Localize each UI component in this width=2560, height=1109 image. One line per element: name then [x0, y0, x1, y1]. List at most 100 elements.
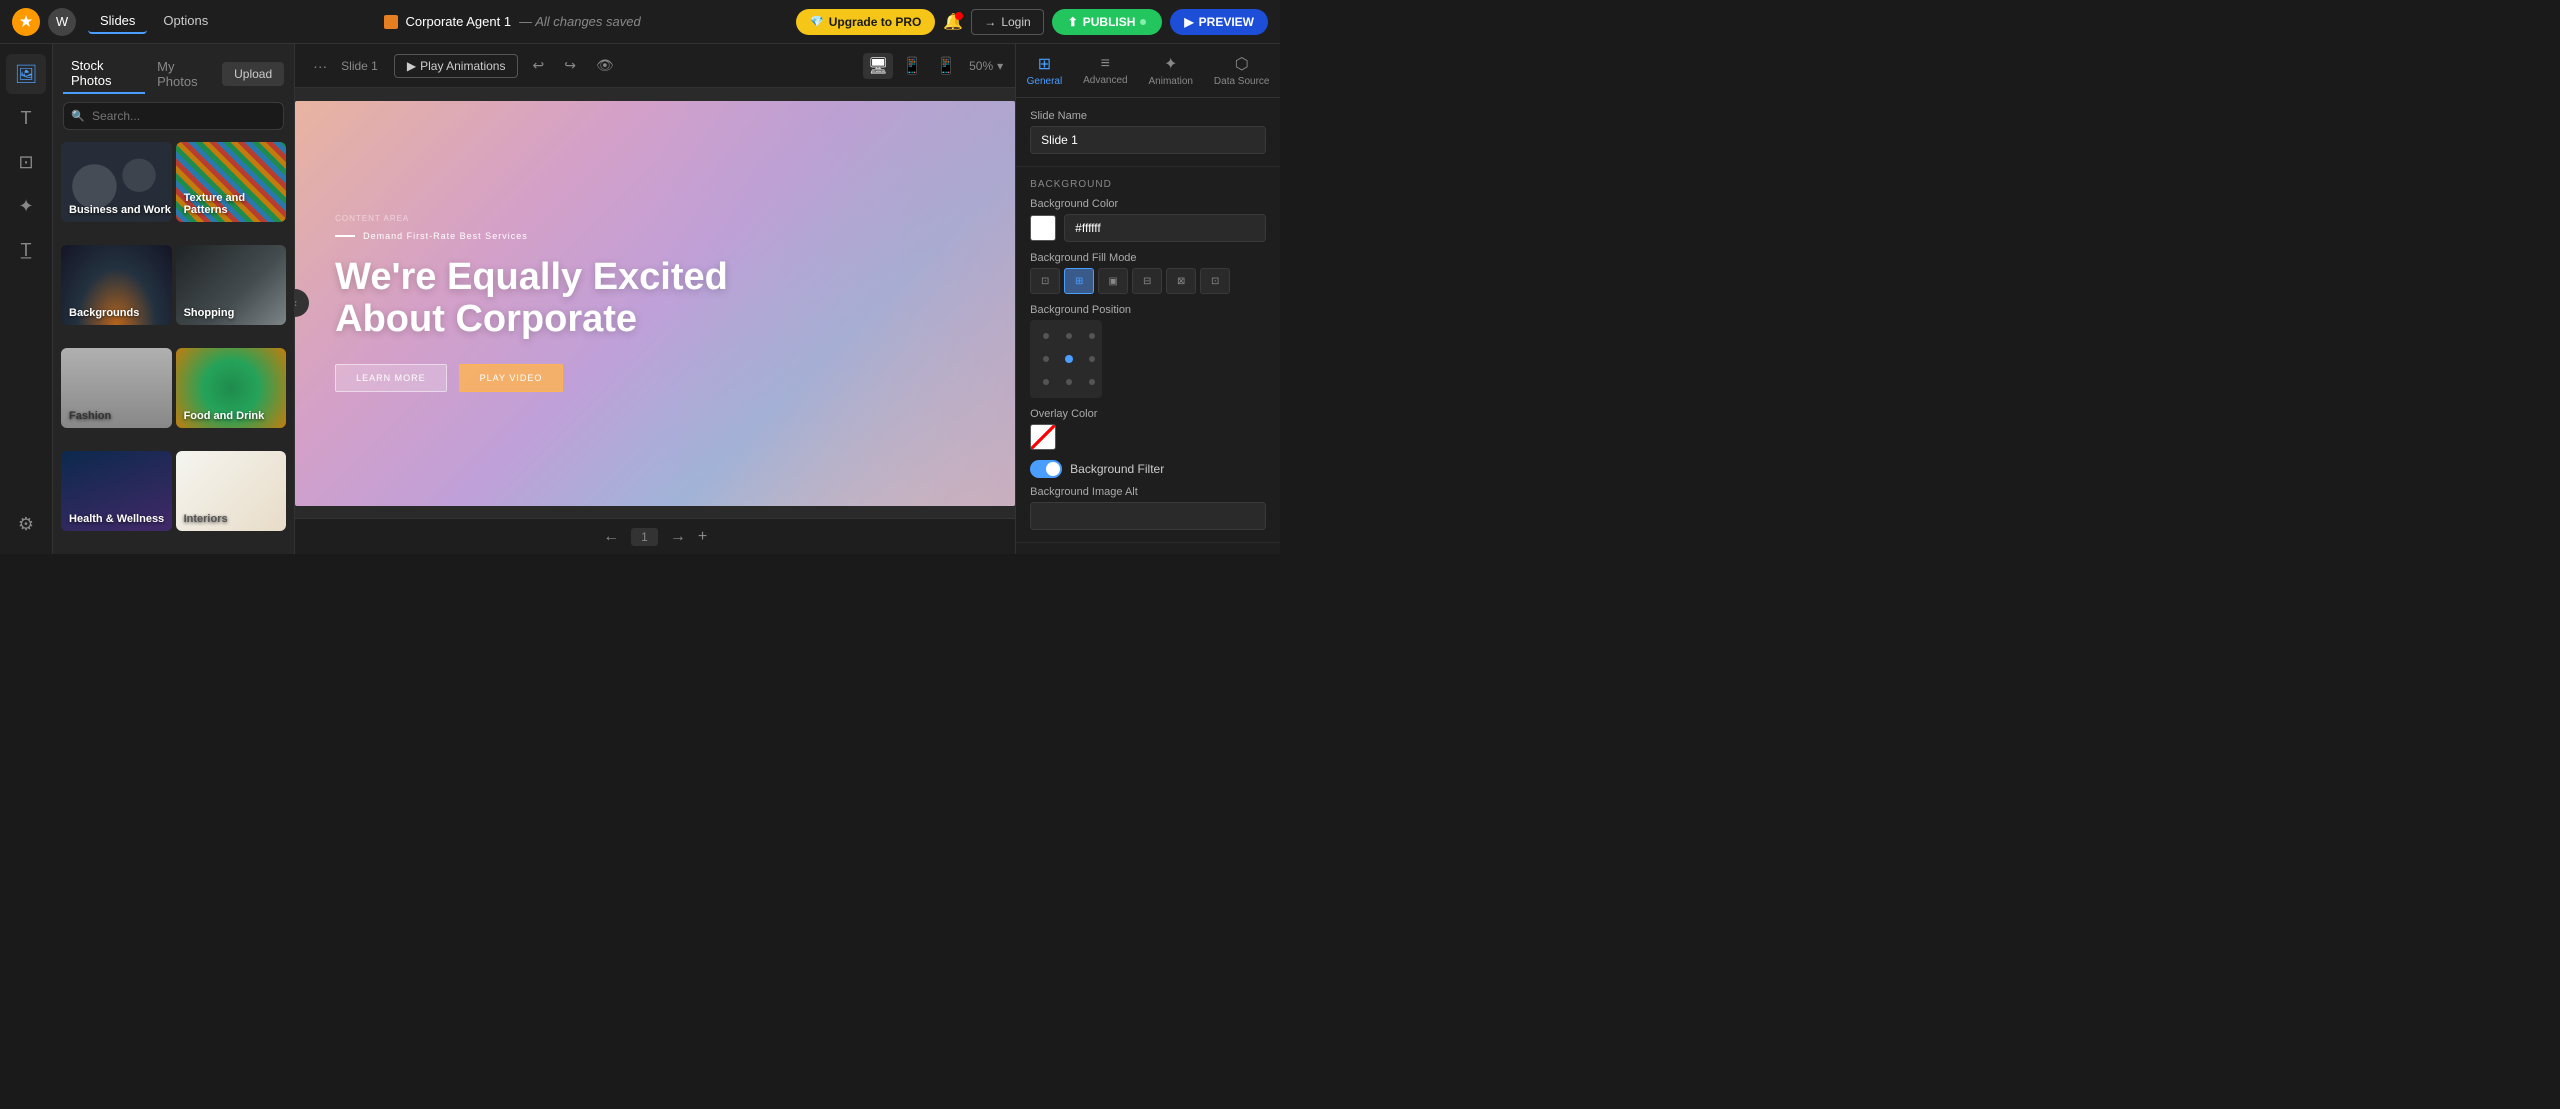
sidebar-item-shapes[interactable]: ✦ — [6, 186, 46, 226]
fill-mode-btn-3[interactable]: ⊟ — [1132, 268, 1162, 294]
category-label: Food and Drink — [184, 410, 265, 422]
zoom-control[interactable]: 50% ▾ — [969, 59, 1003, 73]
file-icon — [384, 15, 398, 29]
toggle-knob — [1046, 462, 1060, 476]
play-animations-button[interactable]: ▶ Play Animations — [394, 54, 519, 78]
publish-status-dot — [1140, 19, 1146, 25]
bg-filter-row: Background Filter — [1030, 460, 1266, 478]
main-layout: 🖼 T ⊡ ✦ T̲ ⚙ Stock Photos My Photos Uplo… — [0, 44, 1280, 554]
search-input[interactable] — [63, 102, 284, 130]
tab-data-source[interactable]: ⬡ Data Source — [1206, 48, 1278, 93]
tagline-dash — [335, 235, 355, 237]
desktop-device-button[interactable]: 🖥 — [863, 53, 893, 79]
bg-filter-toggle[interactable] — [1030, 460, 1062, 478]
category-food-and-drink[interactable]: Food and Drink — [176, 348, 287, 428]
pos-botright[interactable] — [1082, 372, 1102, 392]
right-panel: ⊞ General ≡ Advanced ✦ Animation ⬡ Data … — [1015, 44, 1280, 554]
slide-name-input[interactable] — [1030, 126, 1266, 154]
save-status: — All changes saved — [519, 14, 641, 29]
slide-canvas: CONTENT AREA Demand First-Rate Best Serv… — [295, 101, 1015, 506]
pos-topright[interactable] — [1082, 326, 1102, 346]
bg-alt-label: Background Image Alt — [1030, 486, 1266, 498]
category-interiors[interactable]: Interiors — [176, 451, 287, 531]
nav-slides[interactable]: Slides — [88, 9, 147, 34]
category-label: Shopping — [184, 307, 235, 319]
preview-icon: ▶ — [1184, 15, 1193, 29]
sidebar-item-images[interactable]: ⊡ — [6, 142, 46, 182]
canvas-bottom: ← 1 → + — [295, 518, 1015, 554]
category-business-and-work[interactable]: Business and Work — [61, 142, 172, 222]
login-button[interactable]: → Login — [971, 9, 1043, 35]
publish-icon: ⬆ — [1068, 15, 1078, 29]
notification-button[interactable]: 🔔 — [943, 12, 963, 32]
slide-name-label: Slide Name — [1030, 110, 1266, 122]
mobile-device-button[interactable]: 📱 — [931, 53, 961, 79]
category-shopping[interactable]: Shopping — [176, 245, 287, 325]
fill-mode-btn-1[interactable]: ⊞ — [1064, 268, 1094, 294]
slide-headline: We're Equally Excited About Corporate — [335, 257, 975, 341]
bg-color-swatch[interactable] — [1030, 215, 1056, 241]
bg-alt-input[interactable] — [1030, 502, 1266, 530]
upgrade-button[interactable]: Upgrade to PRO — [796, 9, 935, 35]
tablet-device-button[interactable]: 📱 — [897, 53, 927, 79]
fill-mode-btn-2[interactable]: ▣ — [1098, 268, 1128, 294]
learn-more-button[interactable]: LEARN MORE — [335, 364, 447, 392]
sidebar-item-photos[interactable]: 🖼 — [6, 54, 46, 94]
more-options-button[interactable]: ··· — [307, 54, 333, 78]
fill-mode-btn-0[interactable]: ⊡ — [1030, 268, 1060, 294]
tab-advanced[interactable]: ≡ Advanced — [1075, 49, 1135, 92]
undo-button[interactable]: ↩ — [526, 53, 550, 78]
tab-stock-photos[interactable]: Stock Photos — [63, 54, 145, 94]
pos-midleft[interactable] — [1036, 349, 1056, 369]
publish-button[interactable]: ⬆ PUBLISH — [1052, 9, 1163, 35]
add-slide-button[interactable]: + — [698, 528, 707, 546]
tab-animation[interactable]: ✦ Animation — [1141, 48, 1201, 93]
play-video-button[interactable]: PLAY VIDEO — [459, 364, 564, 392]
data-source-tab-icon: ⬡ — [1235, 54, 1249, 74]
play-icon: ▶ — [407, 59, 416, 73]
animation-tab-icon: ✦ — [1164, 54, 1177, 74]
category-label: Business and Work — [69, 204, 171, 216]
category-backgrounds[interactable]: Backgrounds — [61, 245, 172, 325]
pos-botleft[interactable] — [1036, 372, 1056, 392]
pos-botcenter[interactable] — [1059, 372, 1079, 392]
tab-my-photos[interactable]: My Photos — [149, 55, 218, 93]
zoom-chevron: ▾ — [997, 59, 1003, 73]
pos-topcenter[interactable] — [1059, 326, 1079, 346]
prev-slide-button[interactable]: ← — [603, 528, 619, 546]
slide-number: 1 — [631, 528, 658, 546]
topbar-center: Corporate Agent 1 — All changes saved — [236, 14, 788, 29]
pos-topleft[interactable] — [1036, 326, 1056, 346]
sidebar-item-type[interactable]: T̲ — [6, 230, 46, 270]
preview-eye-button[interactable]: 👁 — [590, 53, 620, 78]
category-health-wellness[interactable]: Health & Wellness — [61, 451, 172, 531]
slide-name-section: Slide Name — [1016, 98, 1280, 167]
pos-midright[interactable] — [1082, 349, 1102, 369]
redo-button[interactable]: ↪ — [558, 53, 582, 78]
pos-center[interactable] — [1059, 349, 1079, 369]
topbar-actions: Upgrade to PRO 🔔 → Login ⬆ PUBLISH ▶ PRE… — [796, 9, 1268, 35]
bg-color-row — [1030, 214, 1266, 242]
category-label: Fashion — [69, 410, 111, 422]
photos-tabs: Stock Photos My Photos Upload — [53, 44, 294, 94]
right-panel-tabs: ⊞ General ≡ Advanced ✦ Animation ⬡ Data … — [1016, 44, 1280, 98]
device-icons: 🖥 📱 📱 — [863, 53, 961, 79]
overlay-color-swatch[interactable] — [1030, 424, 1056, 450]
nav-options[interactable]: Options — [151, 9, 220, 34]
sidebar-item-text[interactable]: T — [6, 98, 46, 138]
preview-button[interactable]: ▶ PREVIEW — [1170, 9, 1268, 35]
category-texture-and-patterns[interactable]: Texture and Patterns — [176, 142, 287, 222]
background-section: BACKGROUND Background Color Background F… — [1016, 167, 1280, 543]
sidebar-item-settings[interactable]: ⚙ — [6, 504, 46, 544]
canvas-wrap[interactable]: CONTENT AREA Demand First-Rate Best Serv… — [295, 88, 1015, 518]
next-slide-button[interactable]: → — [670, 528, 686, 546]
background-section-title: BACKGROUND — [1030, 179, 1266, 190]
tab-general[interactable]: ⊞ General — [1019, 48, 1071, 93]
fill-mode-btn-5[interactable]: ⊡ — [1200, 268, 1230, 294]
general-tab-icon: ⊞ — [1038, 54, 1051, 74]
bg-color-input[interactable] — [1064, 214, 1266, 242]
fill-mode-btn-4[interactable]: ⊠ — [1166, 268, 1196, 294]
search-icon: 🔍 — [71, 110, 85, 123]
upload-button[interactable]: Upload — [222, 62, 284, 86]
category-fashion[interactable]: Fashion — [61, 348, 172, 428]
